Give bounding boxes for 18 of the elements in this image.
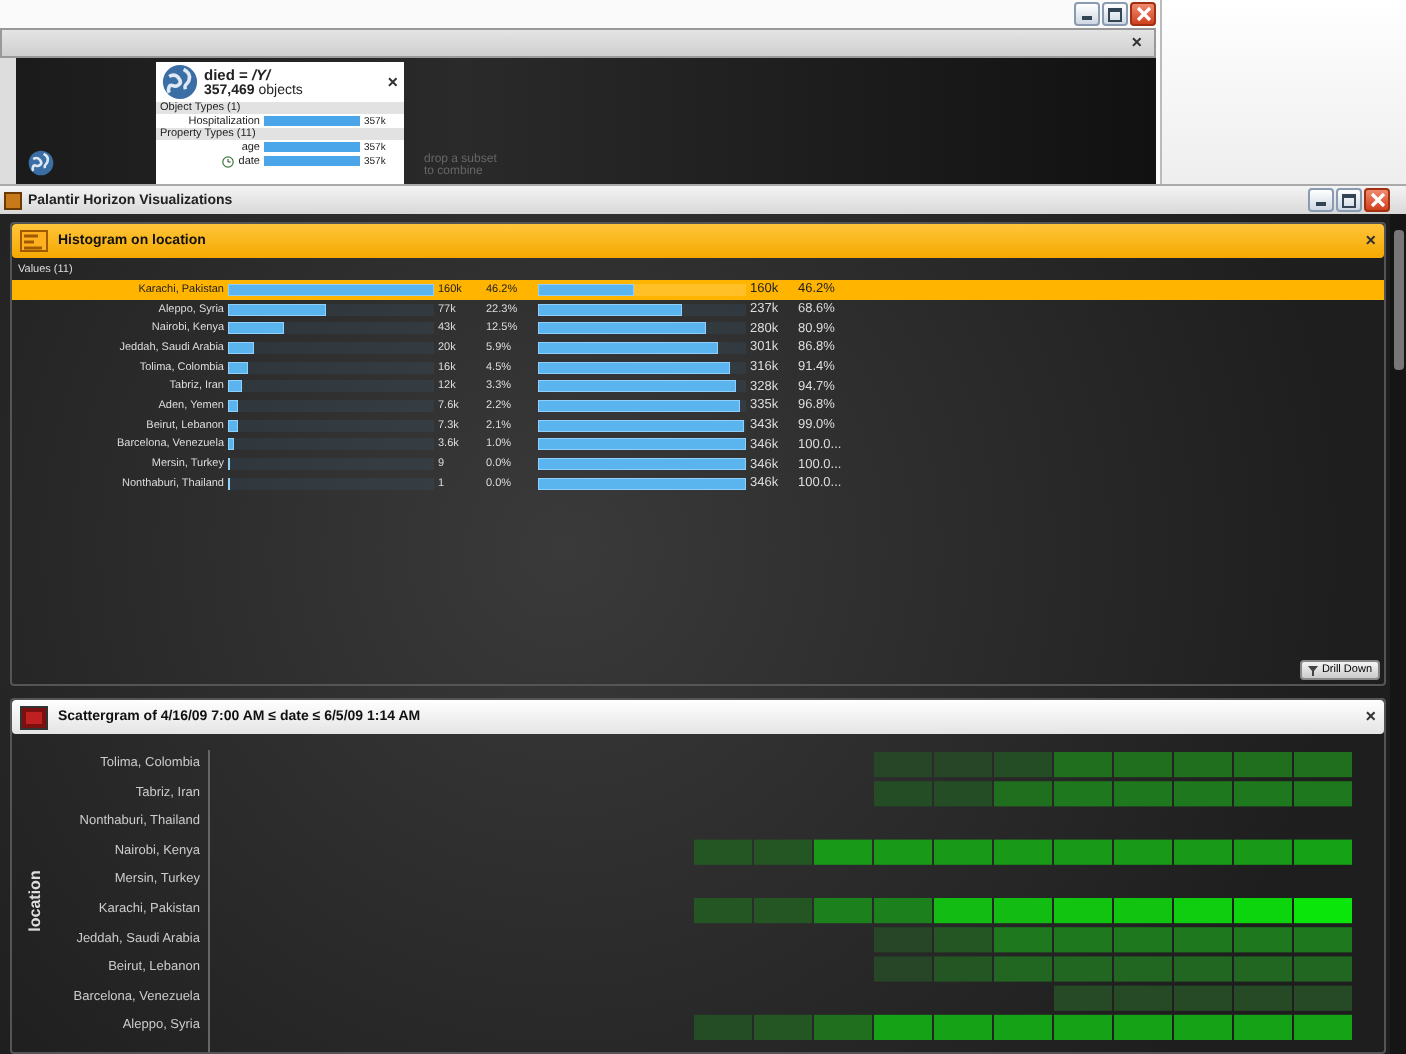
maximize-button[interactable] (1336, 188, 1362, 212)
app-icon (4, 191, 22, 209)
axis-label: location (25, 870, 43, 932)
close-button[interactable] (1130, 2, 1156, 26)
clock-icon (222, 155, 235, 167)
scrollbar-thumb[interactable] (1393, 230, 1403, 370)
minimize-button[interactable] (1308, 188, 1334, 212)
close-icon[interactable]: × (387, 73, 398, 91)
close-button[interactable] (1364, 188, 1390, 212)
minimize-button[interactable] (1074, 2, 1100, 26)
close-icon[interactable]: × (1131, 34, 1142, 52)
maximize-button[interactable] (1102, 2, 1128, 26)
histogram-icon (20, 230, 48, 252)
filter-icon (1307, 665, 1318, 675)
close-icon[interactable]: × (1365, 708, 1376, 726)
scattergram-icon (20, 705, 48, 729)
close-icon[interactable]: × (1365, 232, 1376, 250)
side-panel (0, 58, 16, 184)
